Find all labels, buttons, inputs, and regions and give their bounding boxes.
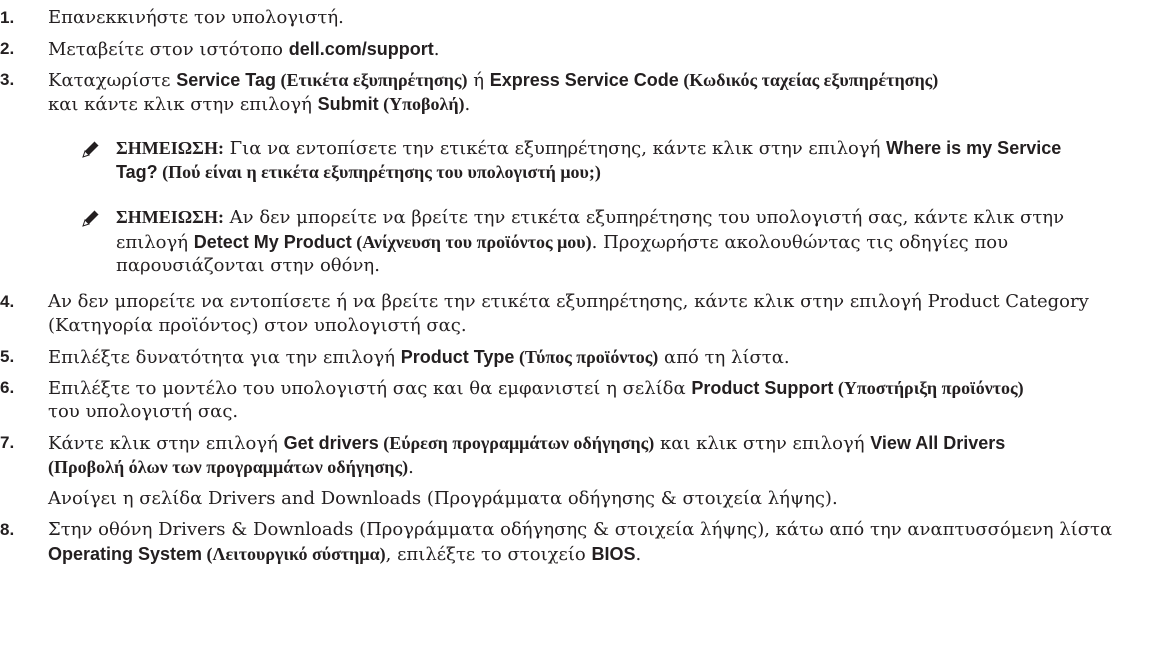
step-number: 7. bbox=[0, 433, 15, 452]
step-6-text-line2: του υπολογιστή σας. bbox=[48, 401, 239, 422]
step-1-text: Επανεκκινήστε τον υπολογιστή. bbox=[48, 7, 344, 28]
step-6-text: Επιλέξτε το μοντέλο του υπολογιστή σας κ… bbox=[48, 378, 1024, 399]
step-number: 8. bbox=[0, 520, 15, 539]
step-number: 5. bbox=[0, 347, 15, 366]
step-number: 6. bbox=[0, 378, 15, 397]
note-2-text-line3: παρουσιάζονται στην οθόνη. bbox=[116, 255, 380, 276]
step-number: 2. bbox=[0, 39, 15, 58]
step-number: 4. bbox=[0, 292, 15, 311]
step-number: 3. bbox=[0, 70, 15, 89]
step-3-text-line2: και κάντε κλικ στην επιλογή Submit (Υποβ… bbox=[48, 94, 471, 115]
step-8-text: Στην οθόνη Drivers & Downloads (Προγράμμ… bbox=[48, 519, 1113, 540]
step-4-text: Αν δεν μπορείτε να εντοπίσετε ή να βρείτ… bbox=[48, 291, 1089, 312]
step-8-text-line2: Operating System (Λειτουργικό σύστημα), … bbox=[48, 544, 642, 565]
note-1-text: ΣΗΜΕΙΩΣΗ: Για να εντοπίσετε την ετικέτα … bbox=[116, 138, 1062, 159]
pencil-note-icon bbox=[81, 208, 101, 228]
note-1-text-line2: Tag? (Πού είναι η ετικέτα εξυπηρέτησης τ… bbox=[116, 162, 601, 182]
support-link[interactable]: dell.com/support bbox=[289, 39, 434, 59]
pencil-note-icon bbox=[81, 139, 101, 159]
step-5-text: Επιλέξτε δυνατότητα για την επιλογή Prod… bbox=[48, 347, 790, 368]
step-2-text: Μεταβείτε στον ιστότοπο dell.com/support… bbox=[48, 39, 440, 60]
step-number: 1. bbox=[0, 8, 15, 27]
note-2-text: ΣΗΜΕΙΩΣΗ: Αν δεν μπορείτε να βρείτε την … bbox=[116, 207, 1065, 228]
step-3-text: Καταχωρίστε Service Tag (Ετικέτα εξυπηρέ… bbox=[48, 70, 939, 91]
step-7-text-line2: (Προβολή όλων των προγραμμάτων οδήγησης)… bbox=[48, 457, 414, 478]
step-7-result: Ανοίγει η σελίδα Drivers and Downloads (… bbox=[48, 488, 838, 509]
step-4-text-line2: (Κατηγορία προϊόντος) στον υπολογιστή σα… bbox=[48, 315, 467, 336]
step-7-text: Κάντε κλικ στην επιλογή Get drivers (Εύρ… bbox=[48, 433, 1006, 454]
document-page: 1. Επανεκκινήστε τον υπολογιστή. 2. Μετα… bbox=[0, 0, 1170, 666]
note-2-text-line2: επιλογή Detect My Product (Ανίχνευση του… bbox=[116, 232, 1009, 253]
